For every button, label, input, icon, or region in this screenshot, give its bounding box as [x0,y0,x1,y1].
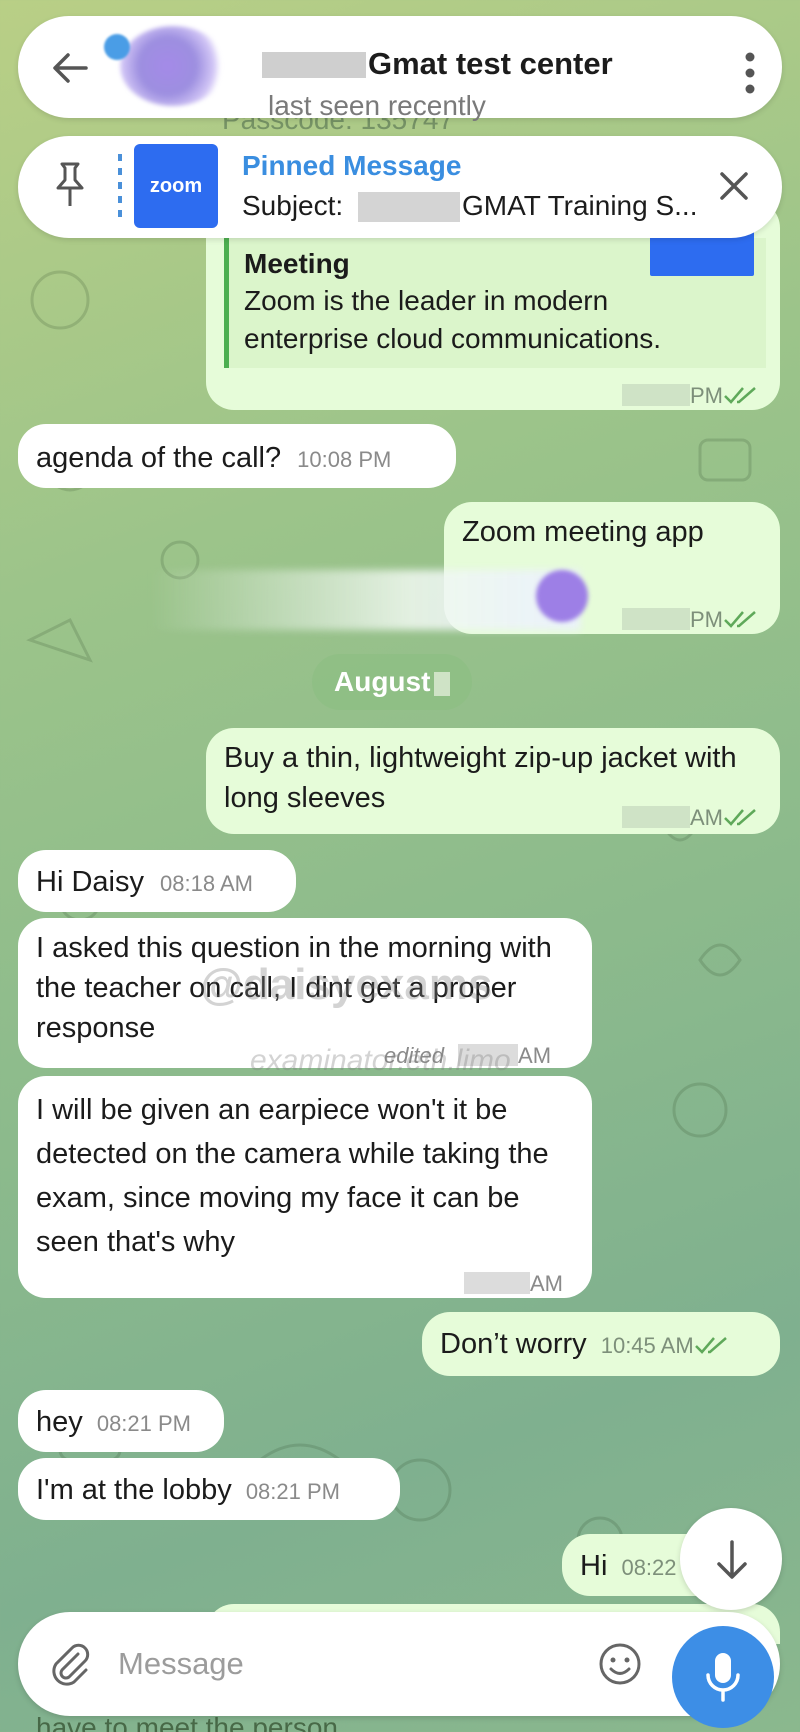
double-check-icon [724,611,756,629]
message-incoming[interactable]: hey 08:21 PM [18,1390,224,1452]
chat-title[interactable]: Gmat test center [368,46,613,82]
redacted-time [464,1272,530,1295]
avatar-badge [104,34,130,60]
message-input[interactable] [118,1638,558,1690]
message-text: hey [36,1406,83,1438]
message-composer [18,1612,780,1716]
message-outgoing[interactable]: Don’t worry 10:45 AM [422,1312,780,1376]
redacted-time [622,806,690,829]
arrow-left-icon[interactable] [48,46,92,90]
pinned-subject-prefix: Subject: [242,190,344,221]
redacted-time [622,384,690,407]
message-time: 08:21 PM [245,1479,340,1504]
paperclip-icon[interactable] [46,1640,94,1688]
redacted-name [262,52,366,78]
message-time: 10:08 PM [297,447,392,472]
chat-status: last seen recently [268,90,486,121]
microphone-button[interactable] [672,1626,774,1728]
avatar[interactable] [120,26,226,106]
pinned-label: Pinned Message [242,150,462,181]
redacted-date [434,671,451,696]
message-time: 10:45 AM [600,1333,694,1358]
double-check-icon [694,1337,727,1355]
blurred-avatar [536,570,588,622]
message-text: agenda of the call? [36,442,282,474]
pinned-message-bar[interactable]: zoom Pinned Message Subject: GMAT Traini… [18,136,782,238]
message-time: 08:21 PM [96,1411,191,1436]
message-time: AM [464,1262,563,1304]
message-text: Hi [580,1550,608,1582]
arrow-down-icon [717,1540,747,1579]
message-incoming[interactable]: Hi Daisy 08:18 AM [18,850,296,912]
link-preview-title: Meeting [244,248,350,279]
watermark: @daisyexams [200,960,493,1009]
background-bottom-text: have to meet the person [36,1712,338,1732]
pin-icon[interactable] [48,160,92,212]
message-time: PM [622,598,759,640]
message-text: I will be given an earpiece won't it be … [36,1094,549,1258]
message-text: Hi Daisy [36,866,144,898]
date-separator: August [312,654,473,710]
message-time: 08:22 [621,1555,677,1580]
pinned-subject: GMAT Training S... [462,190,698,221]
pinned-indicator [118,154,122,220]
message-text: Zoom meeting app [462,516,704,548]
chat-header: Gmat test center last seen recently [18,16,782,121]
message-text: I'm at the lobby [36,1474,232,1506]
link-preview-description: Zoom is the leader in modern enterprise … [244,285,662,354]
double-check-icon [724,387,756,405]
redacted-time [622,608,690,631]
close-icon[interactable] [714,166,754,206]
microphone-icon [706,1653,740,1702]
message-time: AM [622,796,759,838]
message-time: PM [622,374,759,416]
message-incoming[interactable]: I'm at the lobby 08:21 PM [18,1458,400,1520]
double-check-icon [724,809,756,827]
more-vertical-icon[interactable] [730,48,770,98]
message-incoming[interactable]: agenda of the call? 10:08 PM [18,424,456,488]
watermark-url: examinator.eth.limo [250,1044,511,1077]
pinned-thumbnail: zoom [134,144,218,228]
scroll-down-button[interactable] [680,1508,782,1610]
message-text: Don’t worry [440,1328,587,1360]
message-time: 08:18 AM [160,871,253,896]
redacted-subject [358,192,460,222]
blurred-image [150,570,580,630]
emoji-icon[interactable] [596,1640,644,1688]
